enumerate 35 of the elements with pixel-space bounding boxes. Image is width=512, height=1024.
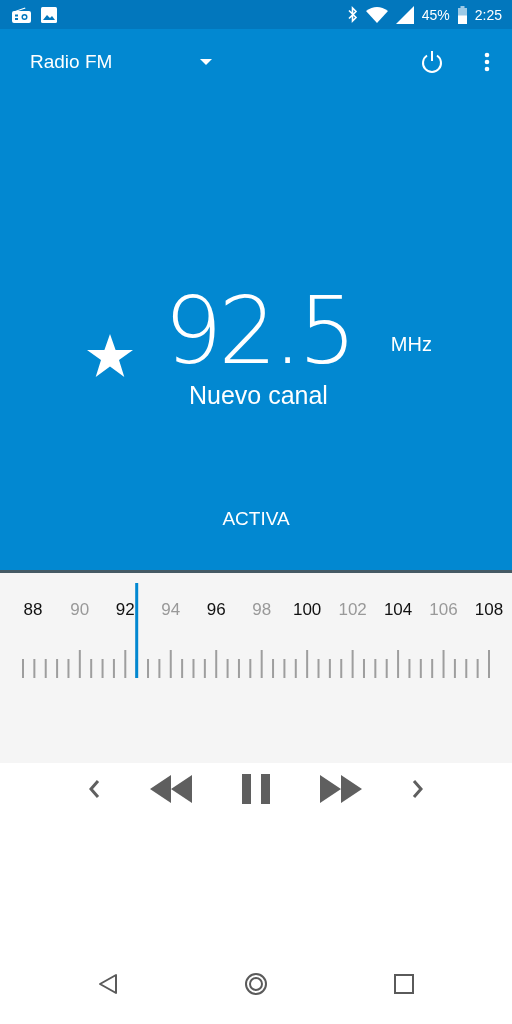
frequency-label: 94 <box>161 600 181 619</box>
frequency-unit: MHz <box>390 333 432 356</box>
fast-forward-icon[interactable] <box>320 775 362 803</box>
signal-icon <box>395 5 414 24</box>
frequency-label: 102 <box>338 600 367 619</box>
radio-icon <box>12 6 31 23</box>
frequency-label: 108 <box>474 600 504 619</box>
frequency-label: 106 <box>429 600 458 619</box>
status-label: ACTIVA <box>222 508 290 530</box>
frequency-label: 92 <box>115 600 135 619</box>
image-icon <box>41 6 57 23</box>
frequency-label: 88 <box>23 600 43 619</box>
frequency-label: 104 <box>383 600 413 619</box>
more-options-icon[interactable] <box>484 52 490 72</box>
dropdown-caret-icon <box>200 59 213 65</box>
tuning-needle[interactable] <box>135 583 139 678</box>
star-icon[interactable] <box>86 333 134 378</box>
back-icon[interactable] <box>98 973 118 995</box>
clock-time: 2:25 <box>474 6 502 23</box>
frequency-label: 96 <box>206 600 226 619</box>
wifi-icon <box>365 6 388 23</box>
home-icon[interactable] <box>244 972 268 996</box>
frequency-label: 98 <box>252 600 272 619</box>
bluetooth-icon <box>347 6 358 23</box>
battery-percentage: 45% <box>421 6 450 23</box>
rewind-icon[interactable] <box>150 775 192 803</box>
battery-icon <box>457 5 467 24</box>
previous-station-icon[interactable] <box>88 779 100 799</box>
next-station-icon[interactable] <box>412 779 424 799</box>
recents-icon[interactable] <box>394 974 414 994</box>
frequency-label: 100 <box>292 600 322 619</box>
station-list-dropdown[interactable]: Radio FM <box>30 51 213 73</box>
frequency-label: 90 <box>70 600 90 619</box>
power-icon[interactable] <box>420 50 444 74</box>
pause-icon[interactable] <box>242 774 270 804</box>
